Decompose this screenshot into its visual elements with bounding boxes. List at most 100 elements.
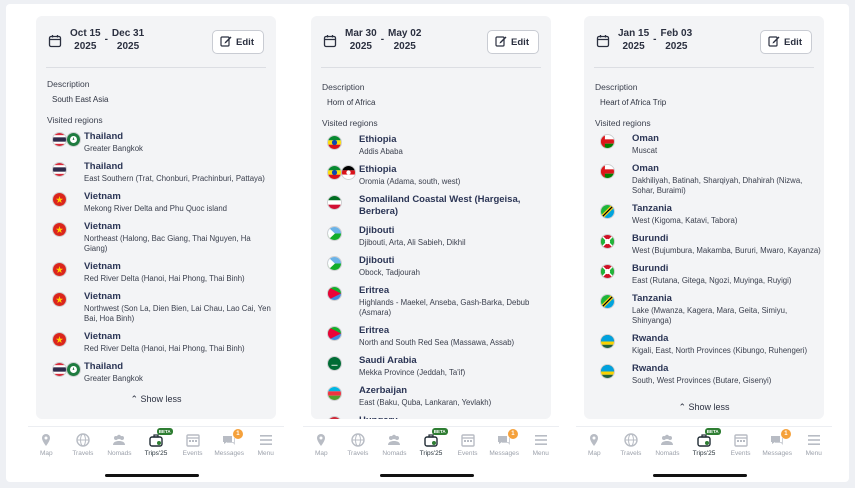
region-item[interactable]: Thailand Greater Bangkok xyxy=(36,131,276,154)
people-icon xyxy=(111,433,127,447)
region-detail: Obock, Tadjourah xyxy=(359,268,420,277)
description-label: Description xyxy=(47,79,90,89)
visited-regions-list: Oman Muscat Oman Dakhiliyah, Batinah, Sharq… xyxy=(584,133,824,393)
region-detail: Muscat xyxy=(632,146,658,155)
tab-events[interactable]: Events xyxy=(722,427,759,466)
tab-nomads[interactable]: Nomads xyxy=(376,427,413,466)
tab-events[interactable]: Events xyxy=(449,427,486,466)
region-name: Thailand xyxy=(84,361,124,372)
region-item[interactable]: Saudi Arabia Mekka Province (Jeddah, Ta'i… xyxy=(311,355,551,378)
region-item[interactable]: Oman Dakhiliyah, Batinah, Sharqiyah, Dhah… xyxy=(584,163,824,196)
region-item[interactable]: Oman Muscat xyxy=(584,133,824,156)
region-name: Burundi xyxy=(632,263,669,274)
region-name: Tanzania xyxy=(632,293,672,304)
visited-regions-label: Visited regions xyxy=(322,118,378,128)
rwanda-flag-icon xyxy=(600,364,615,379)
region-item[interactable]: Burundi West (Bujumbura, Makamba, Bururi,… xyxy=(584,233,824,256)
tab-menu[interactable]: Menu xyxy=(522,427,559,466)
region-item[interactable]: Rwanda Kigali, East, North Provinces (Kib… xyxy=(584,333,824,356)
region-item[interactable]: Tanzania Lake (Mwanza, Kagera, Mara, Geit… xyxy=(584,293,824,326)
region-item[interactable]: Vietnam Red River Delta (Hanoi, Hai Phong… xyxy=(36,331,276,354)
region-item[interactable]: Vietnam Red River Delta (Hanoi, Hai Phong… xyxy=(36,261,276,284)
tab-label: Messages xyxy=(489,450,519,457)
show-less-button[interactable]: ⌃ Show less xyxy=(36,394,276,405)
trip-date-range: Jan 15 2025-Feb 03 2025 xyxy=(618,27,692,53)
oman-flag-icon xyxy=(600,134,615,149)
header-divider xyxy=(594,67,814,68)
vietnam-flag-icon xyxy=(52,332,67,347)
home-indicator xyxy=(653,474,747,477)
region-item[interactable]: Djibouti Obock, Tadjourah xyxy=(311,255,551,278)
phone-screen: Jan 15 2025-Feb 03 2025 Edit Description Hear… xyxy=(576,8,832,482)
home-indicator xyxy=(380,474,474,477)
tab-label: Nomads xyxy=(382,450,407,457)
tab-trips-25[interactable]: BETA Trips'25 xyxy=(686,427,723,466)
region-item[interactable]: Eritrea North and South Red Sea (Massawa,… xyxy=(311,325,551,348)
region-detail: Mekong River Delta and Phu Quoc island xyxy=(84,204,228,213)
edit-button[interactable]: Edit xyxy=(212,30,264,54)
tanzania-flag-icon xyxy=(600,204,615,219)
tab-label: Trips'25 xyxy=(692,450,716,457)
region-item[interactable]: Vietnam Mekong River Delta and Phu Quoc i… xyxy=(36,191,276,214)
region-item[interactable]: Ethiopia Addis Ababa xyxy=(311,134,551,157)
region-item[interactable]: Azerbaijan East (Baku, Quba, Lankaran, Ye… xyxy=(311,385,551,408)
tab-travels[interactable]: Travels xyxy=(65,427,102,466)
tab-travels[interactable]: Travels xyxy=(613,427,650,466)
region-name: Vietnam xyxy=(84,261,121,272)
tab-label: Messages xyxy=(214,450,244,457)
tab-label: Events xyxy=(730,450,751,457)
region-item[interactable]: Vietnam Northeast (Halong, Bac Giang, Tha… xyxy=(36,221,276,254)
region-name: Vietnam xyxy=(84,291,121,302)
tab-trips-25[interactable]: BETA Trips'25 xyxy=(138,427,175,466)
tab-menu[interactable]: Menu xyxy=(247,427,284,466)
bottom-tab-bar: Map Travels Nomads BETA Trips'25 Events 1 Messa… xyxy=(28,426,284,466)
region-item[interactable]: Thailand East Southern (Trat, Chonburi, P… xyxy=(36,161,276,184)
tab-travels[interactable]: Travels xyxy=(340,427,377,466)
suitcase-icon xyxy=(696,433,712,447)
trip-description: Heart of Africa Trip xyxy=(600,98,667,107)
beta-badge: BETA xyxy=(704,428,721,435)
region-detail: Greater Bangkok xyxy=(84,144,143,153)
tab-menu[interactable]: Menu xyxy=(795,427,832,466)
region-name: Ethiopia xyxy=(359,164,397,175)
trip-description: Horn of Africa xyxy=(327,98,376,107)
edit-button[interactable]: Edit xyxy=(760,30,812,54)
region-item[interactable]: Thailand Greater Bangkok xyxy=(36,361,276,384)
tab-nomads[interactable]: Nomads xyxy=(649,427,686,466)
tab-map[interactable]: Map xyxy=(576,427,613,466)
region-item[interactable]: Eritrea Highlands - Maekel, Anseba, Gash-… xyxy=(311,285,551,318)
region-item[interactable]: HungaryCentral and North (Budapest, Misk… xyxy=(311,415,551,419)
region-item[interactable]: Tanzania West (Kigoma, Katavi, Tabora) xyxy=(584,203,824,226)
globe-icon xyxy=(623,433,639,447)
region-item[interactable]: Rwanda South, West Provinces (Butare, Gis… xyxy=(584,363,824,386)
tab-messages[interactable]: 1 Messages xyxy=(486,427,523,466)
tab-label: Nomads xyxy=(107,450,132,457)
region-name: Oman xyxy=(632,163,659,174)
calendar-icon xyxy=(596,34,610,48)
region-detail: Dakhiliyah, Batinah, Sharqiyah, Dhahirah… xyxy=(632,176,803,195)
edit-icon xyxy=(768,35,780,50)
tab-trips-25[interactable]: BETA Trips'25 xyxy=(413,427,450,466)
date-separator: - xyxy=(104,34,108,45)
region-name: Hungary xyxy=(359,415,551,419)
tab-nomads[interactable]: Nomads xyxy=(101,427,138,466)
trip-card: Jan 15 2025-Feb 03 2025 Edit Description Hear… xyxy=(584,16,824,419)
region-item[interactable]: Burundi East (Rutana, Gitega, Ngozi, Muyi… xyxy=(584,263,824,286)
region-item[interactable]: Somaliland Coastal West (Hargeisa, Berbe… xyxy=(311,194,551,218)
azerbaijan-flag-icon xyxy=(327,386,342,401)
tab-map[interactable]: Map xyxy=(303,427,340,466)
region-detail: Red River Delta (Hanoi, Hai Phong, Thai … xyxy=(84,344,245,353)
region-item[interactable]: Ethiopia Oromia (Adama, south, west) xyxy=(311,164,551,187)
edit-button[interactable]: Edit xyxy=(487,30,539,54)
tab-messages[interactable]: 1 Messages xyxy=(211,427,248,466)
trip-header: Jan 15 2025-Feb 03 2025 Edit xyxy=(584,16,824,72)
vietnam-flag-icon xyxy=(52,222,67,237)
region-item[interactable]: Djibouti Djibouti, Arta, Ali Sabieh, Dikh… xyxy=(311,225,551,248)
show-less-button[interactable]: ⌃ Show less xyxy=(584,402,824,413)
thailand-flag-icon xyxy=(52,362,67,377)
tab-events[interactable]: Events xyxy=(174,427,211,466)
tab-messages[interactable]: 1 Messages xyxy=(759,427,796,466)
tab-map[interactable]: Map xyxy=(28,427,65,466)
region-name: Rwanda xyxy=(632,363,669,374)
region-item[interactable]: Vietnam Northwest (Son La, Dien Bien, Lai… xyxy=(36,291,276,324)
